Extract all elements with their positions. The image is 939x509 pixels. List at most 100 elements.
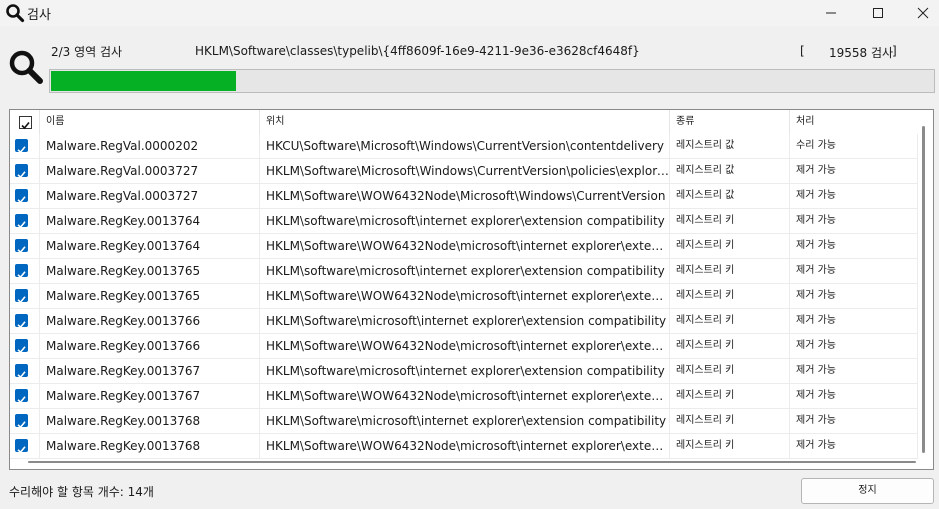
row-checkbox[interactable]: [15, 439, 28, 454]
row-name: Malware.RegVal.0003727: [40, 184, 260, 209]
row-action: 수리 가능: [790, 134, 918, 159]
row-checkbox[interactable]: [15, 314, 28, 329]
row-checkbox[interactable]: [15, 239, 28, 254]
row-type: 레지스트리 키: [670, 259, 790, 284]
repair-count-text: 수리해야 할 항목 개수: 14개: [9, 485, 154, 499]
row-checkbox[interactable]: [15, 289, 28, 304]
vertical-scrollbar[interactable]: [922, 126, 925, 453]
select-all-header[interactable]: [10, 110, 40, 134]
table-row[interactable]: Malware.RegKey.0013766 HKLM\Software\micr…: [10, 309, 918, 334]
table-row[interactable]: Malware.RegKey.0013764 HKLM\software\micr…: [10, 209, 918, 234]
row-action: 제거 가능: [790, 209, 918, 234]
row-action: 제거 가능: [790, 184, 918, 209]
close-button[interactable]: [900, 0, 939, 26]
checkmark-icon: [17, 346, 26, 354]
row-location: HKLM\Software\WOW6432Node\microsoft\inte…: [260, 284, 670, 309]
magnifier-icon: [9, 50, 43, 84]
checkmark-icon: [17, 146, 26, 154]
table-row[interactable]: Malware.RegVal.0003727 HKLM\Software\Micr…: [10, 159, 918, 184]
row-type: 레지스트리 키: [670, 409, 790, 434]
table-row[interactable]: Malware.RegKey.0013768 HKLM\Software\micr…: [10, 409, 918, 434]
row-name: Malware.RegKey.0013767: [40, 359, 260, 384]
row-checkbox-cell[interactable]: [10, 234, 40, 259]
table-row[interactable]: Malware.RegKey.0013767 HKLM\software\micr…: [10, 359, 918, 384]
row-type: 레지스트리 값: [670, 159, 790, 184]
row-checkbox[interactable]: [15, 364, 28, 379]
row-checkbox[interactable]: [15, 414, 28, 429]
table-row[interactable]: Malware.RegKey.0013765 HKLM\software\micr…: [10, 259, 918, 284]
area-status-text: 2/3 영역 검사: [51, 45, 123, 59]
row-location: HKLM\Software\microsoft\internet explore…: [260, 309, 670, 334]
row-name: Malware.RegKey.0013764: [40, 234, 260, 259]
row-type: 레지스트리 키: [670, 359, 790, 384]
row-checkbox-cell[interactable]: [10, 284, 40, 309]
search-icon: [6, 4, 25, 23]
row-checkbox-cell[interactable]: [10, 134, 40, 159]
row-checkbox-cell[interactable]: [10, 334, 40, 359]
checkmark-icon: [17, 446, 26, 454]
row-checkbox-cell[interactable]: [10, 434, 40, 459]
row-checkbox[interactable]: [15, 189, 28, 204]
row-name: Malware.RegKey.0013767: [40, 384, 260, 409]
row-location: HKLM\software\microsoft\internet explore…: [260, 259, 670, 284]
checkmark-icon: [17, 221, 26, 229]
row-type: 레지스트리 키: [670, 209, 790, 234]
horizontal-scrollbar[interactable]: [28, 461, 916, 463]
count-bracket-open: [: [800, 44, 805, 58]
row-type: 레지스트리 값: [670, 134, 790, 159]
stop-button[interactable]: 정지: [801, 478, 934, 504]
minimize-icon: [826, 12, 836, 14]
row-action: 제거 가능: [790, 259, 918, 284]
select-all-checkbox[interactable]: [19, 116, 32, 130]
table-row[interactable]: Malware.RegKey.0013764 HKLM\Software\WOW6…: [10, 234, 918, 259]
row-name: Malware.RegKey.0013765: [40, 259, 260, 284]
row-checkbox-cell[interactable]: [10, 259, 40, 284]
row-checkbox[interactable]: [15, 164, 28, 179]
minimize-button[interactable]: [808, 0, 854, 26]
row-location: HKLM\Software\WOW6432Node\microsoft\inte…: [260, 334, 670, 359]
row-type: 레지스트리 키: [670, 434, 790, 459]
row-checkbox-cell[interactable]: [10, 409, 40, 434]
table-row[interactable]: Malware.RegKey.0013767 HKLM\Software\WOW6…: [10, 384, 918, 409]
row-type: 레지스트리 값: [670, 184, 790, 209]
row-type: 레지스트리 키: [670, 384, 790, 409]
maximize-icon: [873, 8, 883, 18]
row-name: Malware.RegKey.0013766: [40, 309, 260, 334]
row-checkbox-cell[interactable]: [10, 384, 40, 409]
title-bar: 검사: [0, 0, 939, 26]
progress-fill: [51, 71, 237, 91]
table-row[interactable]: Malware.RegKey.0013766 HKLM\Software\WOW6…: [10, 334, 918, 359]
row-action: 제거 가능: [790, 159, 918, 184]
row-checkbox-cell[interactable]: [10, 159, 40, 184]
checkmark-icon: [21, 121, 30, 130]
table-row[interactable]: Malware.RegVal.0003727 HKLM\Software\WOW6…: [10, 184, 918, 209]
row-location: HKLM\Software\microsoft\internet explore…: [260, 409, 670, 434]
row-checkbox-cell[interactable]: [10, 309, 40, 334]
table-row[interactable]: Malware.RegKey.0013768 HKLM\Software\WOW6…: [10, 434, 918, 459]
row-location: HKLM\Software\Microsoft\Windows\CurrentV…: [260, 159, 670, 184]
row-action: 제거 가능: [790, 384, 918, 409]
row-checkbox[interactable]: [15, 339, 28, 354]
results-list[interactable]: 이름 위치 종류 처리 Malware.RegVal.0000202 HKCU\S…: [9, 109, 934, 470]
row-name: Malware.RegKey.0013768: [40, 409, 260, 434]
table-row[interactable]: Malware.RegVal.0000202 HKCU\Software\Micr…: [10, 134, 918, 159]
checkmark-icon: [17, 396, 26, 404]
row-name: Malware.RegKey.0013766: [40, 334, 260, 359]
table-row[interactable]: Malware.RegKey.0013765 HKLM\Software\WOW6…: [10, 284, 918, 309]
current-scan-path: HKLM\Software\classes\typelib\{4ff8609f-…: [195, 44, 640, 58]
column-header-type[interactable]: 종류: [670, 110, 790, 134]
row-type: 레지스트리 키: [670, 234, 790, 259]
row-checkbox[interactable]: [15, 214, 28, 229]
column-header-name[interactable]: 이름: [40, 110, 260, 134]
row-location: HKLM\Software\WOW6432Node\microsoft\inte…: [260, 434, 670, 459]
maximize-button[interactable]: [855, 0, 901, 26]
row-checkbox[interactable]: [15, 389, 28, 404]
row-checkbox[interactable]: [15, 139, 28, 154]
checkmark-icon: [17, 246, 26, 254]
row-checkbox-cell[interactable]: [10, 209, 40, 234]
row-checkbox-cell[interactable]: [10, 359, 40, 384]
column-header-location[interactable]: 위치: [260, 110, 670, 134]
row-checkbox[interactable]: [15, 264, 28, 279]
row-checkbox-cell[interactable]: [10, 184, 40, 209]
column-header-action[interactable]: 처리: [790, 110, 918, 134]
